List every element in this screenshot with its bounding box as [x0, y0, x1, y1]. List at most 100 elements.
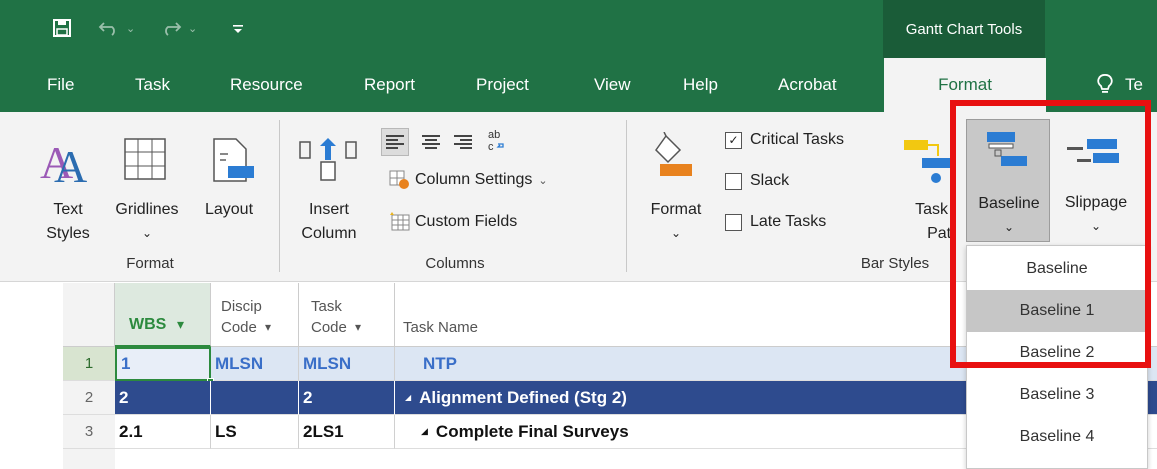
late-tasks-label: Late Tasks [750, 213, 827, 230]
tab-report[interactable]: Report [364, 58, 415, 112]
column-header-discipline-code[interactable]: Discip Code ▾ [211, 283, 299, 347]
late-tasks-checkbox[interactable]: Late Tasks [725, 209, 826, 235]
bar-format-label: Format [650, 201, 702, 218]
title-bar: ⌄ ⌄ Gantt Chart Tools [0, 0, 1157, 58]
critical-tasks-checkbox[interactable]: ✓ Critical Tasks [725, 127, 844, 153]
column-header-label: Task Name [403, 319, 479, 336]
align-left-icon [386, 135, 404, 149]
customize-icon[interactable] [232, 14, 244, 42]
column-settings-label: Column Settings [415, 171, 533, 188]
chevron-down-icon: ⌄ [670, 226, 682, 240]
cell-wbs[interactable]: 2 [115, 381, 211, 415]
cell-wbs[interactable]: 2.1 [115, 415, 211, 449]
tab-task[interactable]: Task [135, 58, 170, 112]
cell-discipline-code[interactable] [211, 381, 299, 415]
highlight-annotation-box [950, 100, 1151, 368]
task-name-text: Complete Final Surveys [435, 421, 629, 441]
column-settings-button[interactable]: Column Settings ⌄ [389, 167, 548, 193]
tab-file[interactable]: File [47, 58, 74, 112]
task-path-icon [904, 136, 950, 191]
group-separator [279, 120, 280, 272]
column-header-wbs[interactable]: WBS ▾ [115, 283, 211, 347]
insert-column-icon [298, 132, 360, 189]
menu-item-baseline-3[interactable]: Baseline 3 [968, 374, 1146, 416]
align-center-button[interactable] [417, 128, 445, 156]
task-path-label-1: Task [915, 201, 948, 218]
custom-fields-label: Custom Fields [415, 213, 518, 230]
svg-text:c: c [488, 141, 494, 152]
column-header-label: Code [221, 319, 257, 336]
custom-fields-icon [389, 212, 411, 232]
select-all-corner[interactable] [63, 283, 115, 347]
undo-icon[interactable]: ⌄ [98, 14, 135, 42]
row-number[interactable]: 2 [63, 381, 115, 415]
gridlines-button[interactable]: Gridlines ⌄ [102, 126, 192, 246]
row-number[interactable]: 3 [63, 415, 115, 449]
insert-column-label-2: Column [301, 225, 357, 242]
svg-text:A: A [54, 141, 87, 186]
slack-checkbox[interactable]: Slack [725, 168, 789, 194]
format-group-label: Format [126, 255, 174, 272]
chevron-down-icon: ⌄ [538, 174, 548, 187]
insert-column-button[interactable]: Insert Column [290, 126, 368, 246]
collapse-icon[interactable]: ◢ [405, 393, 411, 402]
layout-icon [212, 138, 254, 187]
checkbox-icon [725, 213, 742, 231]
column-header-label: WBS [129, 316, 167, 333]
checkbox-checked-icon: ✓ [725, 131, 742, 149]
tab-resource[interactable]: Resource [230, 58, 303, 112]
group-separator [626, 120, 627, 272]
align-center-icon [422, 135, 440, 149]
text-styles-label-2: Styles [46, 225, 90, 242]
column-header-label: Task [311, 298, 342, 315]
cell-task-code[interactable]: MLSN [299, 347, 395, 381]
column-settings-icon [389, 170, 411, 190]
sort-icon: ▾ [177, 316, 185, 332]
svg-text:ab: ab [488, 129, 500, 141]
text-styles-label-1: Text [53, 201, 83, 218]
paint-bucket-icon [652, 131, 700, 187]
layout-button[interactable]: Layout [194, 126, 264, 226]
text-styles-button[interactable]: AA Text Styles [38, 126, 100, 246]
text-styles-icon: AA [40, 137, 98, 192]
tab-acrobat[interactable]: Acrobat [778, 58, 837, 112]
checkbox-icon [725, 172, 742, 190]
tab-help[interactable]: Help [683, 58, 718, 112]
collapse-icon[interactable]: ◢ [421, 426, 428, 437]
cell-task-code[interactable]: 2 [299, 381, 395, 415]
save-icon[interactable] [52, 14, 72, 42]
tab-project[interactable]: Project [476, 58, 529, 112]
redo-icon[interactable]: ⌄ [160, 14, 197, 42]
task-name-text: Alignment Defined (Stg 2) [419, 387, 627, 407]
critical-tasks-label: Critical Tasks [750, 131, 844, 148]
wrap-text-button[interactable]: ab c [482, 124, 510, 156]
gridlines-label: Gridlines [115, 201, 179, 218]
sort-icon: ▾ [355, 320, 362, 334]
column-header-label: Code [311, 319, 347, 336]
bar-styles-group-label: Bar Styles [860, 255, 930, 272]
menu-item-baseline-4[interactable]: Baseline 4 [968, 416, 1146, 458]
row-number[interactable]: 1 [63, 347, 115, 381]
tab-view[interactable]: View [594, 58, 631, 112]
task-path-label-2: Path [927, 225, 950, 242]
custom-fields-button[interactable]: Custom Fields [389, 209, 517, 235]
cell-wbs[interactable]: 1 [115, 347, 211, 381]
slack-label: Slack [750, 172, 790, 189]
columns-group-label: Columns [425, 255, 485, 272]
layout-label: Layout [204, 201, 254, 218]
bar-format-button[interactable]: Format ⌄ [636, 126, 716, 246]
align-left-button[interactable] [381, 128, 409, 156]
contextual-tab-title: Gantt Chart Tools [883, 0, 1045, 58]
sort-icon: ▾ [265, 320, 272, 334]
cell-discipline-code[interactable]: LS [211, 415, 299, 449]
align-right-button[interactable] [449, 128, 477, 156]
tell-me-label: Te [1125, 75, 1143, 94]
align-right-icon [454, 135, 472, 149]
lightbulb-icon [1097, 73, 1113, 97]
cell-task-code[interactable]: 2LS1 [299, 415, 395, 449]
chevron-down-icon: ⌄ [141, 226, 153, 240]
cell-discipline-code[interactable]: MLSN [211, 347, 299, 381]
task-path-button[interactable]: Task Path [890, 126, 950, 246]
insert-column-label-1: Insert [308, 201, 349, 218]
column-header-task-code[interactable]: Task Code ▾ [299, 283, 395, 347]
